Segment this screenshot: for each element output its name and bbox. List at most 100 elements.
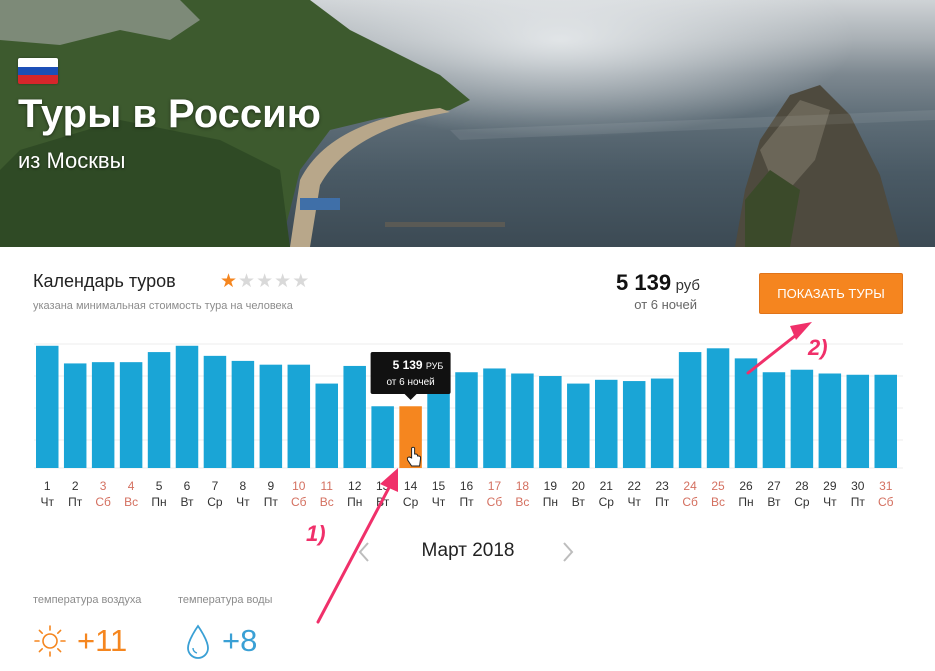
page-title: Туры в Россию [18,92,321,136]
weekday-label: Вс [515,495,529,509]
star-icon-empty[interactable]: ★ [256,271,274,292]
tour-price-chart: 1 Чт 2 Пт 3 Сб 4 Вс 5 Пн 6 Вт 7 Ср 8 Чт 9 Пт 10 Сб 11 Вс 12 Пн 1… [34,343,903,509]
day-number-label: 11 [321,479,334,493]
day-number-label: 13 [376,479,390,493]
day-number-label: 24 [683,479,697,493]
day-number-label: 4 [128,479,135,493]
min-price-value: 5 139 [616,270,672,295]
weekday-label: Вт [767,495,781,509]
day-bar-27[interactable] [762,372,786,468]
tooltip-currency: РУБ [426,361,444,371]
weekday-label: Сб [291,495,307,509]
weekday-label: Чт [432,495,446,509]
weekday-label: Пт [655,495,670,509]
day-bar-9[interactable] [259,364,283,468]
day-bar-13[interactable] [371,406,394,468]
weekday-label: Ср [599,495,615,509]
day-number-label: 7 [212,479,219,493]
day-bar-7[interactable] [203,355,227,468]
day-number-label: 21 [600,479,614,493]
day-bar-28[interactable] [790,369,814,468]
day-bar-20[interactable] [567,383,590,468]
day-bar-24[interactable] [678,352,702,468]
day-number-label: 16 [460,479,474,493]
weekday-label: Вт [180,495,194,509]
tooltip-nights: от 6 ночей [386,377,434,388]
min-price-nights: от 6 ночей [634,297,697,312]
calendar-title: Календарь туров [33,271,176,291]
water-temperature-label: температура воды [178,594,273,606]
day-bar-31[interactable] [874,374,898,468]
water-drop-icon [187,624,209,659]
day-bar-3[interactable] [91,362,115,468]
weekday-label: Вт [572,495,586,509]
chevron-left-icon[interactable] [357,540,371,570]
weekday-label: Вт [376,495,390,509]
star-icon-empty[interactable]: ★ [292,271,310,292]
weekday-label: Сб [95,495,111,509]
day-number-label: 1 [44,479,51,493]
day-number-label: 18 [516,479,530,493]
day-number-label: 29 [823,479,837,493]
day-number-label: 19 [544,479,558,493]
weekday-label: Ср [403,495,419,509]
day-bar-5[interactable] [147,352,171,468]
min-price: 5 139 руб [575,270,700,296]
day-bar-12[interactable] [343,365,366,468]
day-bar-25[interactable] [706,348,730,468]
day-bar-16[interactable] [455,372,478,468]
weekday-label: Чт [41,495,55,509]
weekday-label: Вс [320,495,334,509]
star-icon-empty[interactable]: ★ [238,271,256,292]
day-bar-18[interactable] [511,373,534,469]
star-rating[interactable]: ★★★★★ [220,270,310,293]
day-number-label: 23 [655,479,669,493]
star-icon-empty[interactable]: ★ [274,271,292,292]
day-bar-2[interactable] [63,363,87,468]
day-number-label: 6 [184,479,191,493]
price-note: указана минимальная стоимость тура на че… [33,300,293,312]
day-bar-22[interactable] [622,381,646,468]
day-bar-17[interactable] [483,368,506,468]
day-bar-8[interactable] [231,360,255,468]
weekday-label: Пт [264,495,279,509]
departure-city: из Москвы [18,148,126,173]
day-number-label: 9 [268,479,275,493]
day-bar-29[interactable] [818,373,842,469]
day-bar-30[interactable] [846,374,870,468]
day-bar-4[interactable] [119,362,143,468]
day-bar-19[interactable] [539,376,562,468]
weekday-label: Чт [627,495,641,509]
day-number-label: 26 [739,479,753,493]
weekday-label: Пн [347,495,362,509]
weekday-label: Сб [487,495,503,509]
day-bar-11[interactable] [315,383,339,468]
day-number-label: 3 [100,479,107,493]
day-bar-26[interactable] [734,358,758,468]
day-bar-23[interactable] [650,378,674,468]
day-number-label: 28 [795,479,809,493]
day-bar-6[interactable] [175,345,199,468]
weekday-label: Ср [794,495,810,509]
day-number-label: 10 [292,479,306,493]
day-number-label: 25 [711,479,725,493]
star-icon-filled[interactable]: ★ [220,271,238,292]
day-bar-10[interactable] [287,364,311,468]
day-number-label: 15 [432,479,446,493]
weekday-label: Сб [682,495,698,509]
day-number-label: 30 [851,479,865,493]
weekday-label: Пт [851,495,866,509]
day-number-label: 20 [572,479,586,493]
russia-flag-icon [18,58,58,84]
weekday-label: Ср [207,495,223,509]
day-number-label: 5 [156,479,163,493]
chevron-right-icon[interactable] [561,540,575,570]
weekday-label: Пн [738,495,753,509]
day-bar-21[interactable] [595,379,618,468]
water-temperature-value: +8 [222,623,258,658]
day-bar-1[interactable] [36,345,59,468]
sun-icon [34,625,66,657]
tooltip-price: 5 139 [393,358,423,372]
tooltip-arrow [404,394,417,400]
show-tours-button[interactable]: ПОКАЗАТЬ ТУРЫ [759,273,903,314]
